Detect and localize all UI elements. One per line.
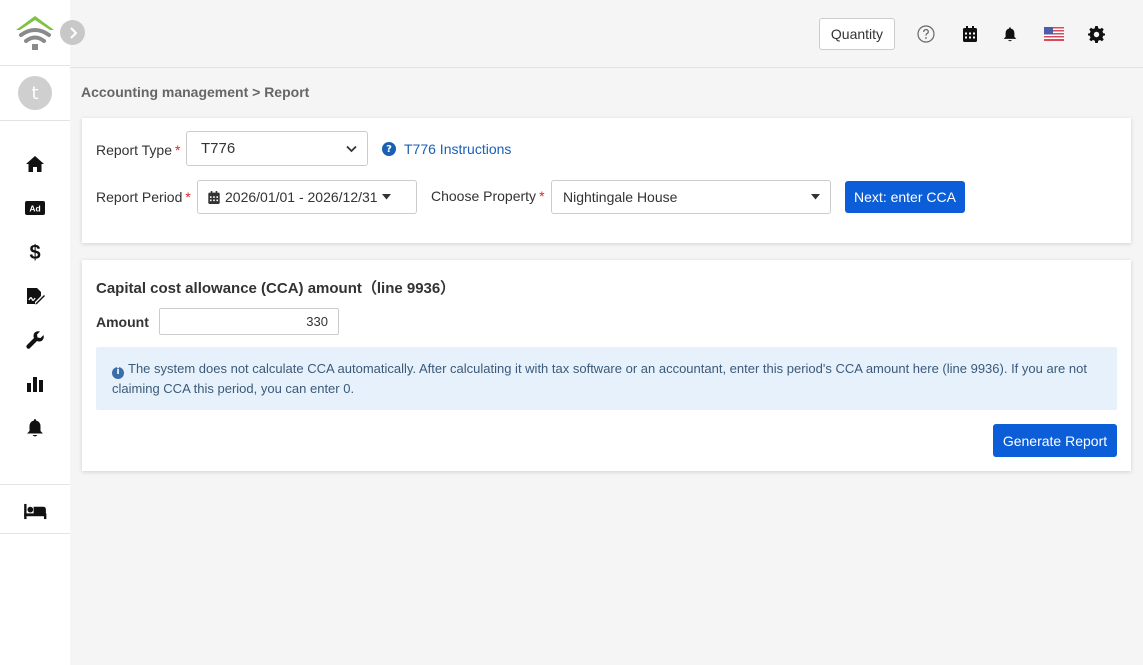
calendar-button[interactable] xyxy=(960,24,980,44)
cca-section-title: Capital cost allowance (CCA) amount（line… xyxy=(96,280,456,297)
instructions-link-text: T776 Instructions xyxy=(404,141,512,157)
bell-icon xyxy=(27,419,43,437)
help-button[interactable] xyxy=(916,24,936,44)
cca-card: Capital cost allowance (CCA) amount（line… xyxy=(82,260,1131,471)
logo-icon[interactable] xyxy=(14,13,56,53)
question-icon: ? xyxy=(382,142,396,156)
calendar-icon xyxy=(963,26,977,42)
caret-down-icon xyxy=(381,194,391,200)
sidebar-item-rooms[interactable] xyxy=(0,491,70,531)
report-type-label: Report Type * xyxy=(96,142,181,158)
signature-icon xyxy=(27,288,45,305)
avatar-area: t xyxy=(0,66,70,121)
sidebar: t Ad $ xyxy=(0,0,70,665)
report-period-picker[interactable]: 2026/01/01 - 2026/12/31 xyxy=(197,180,417,214)
next-enter-cca-button[interactable]: Next: enter CCA xyxy=(845,181,965,213)
info-icon: i xyxy=(112,366,124,379)
sidebar-item-contracts[interactable] xyxy=(0,274,70,318)
sidebar-item-finance[interactable]: $ xyxy=(0,230,70,274)
top-bar: Quantity xyxy=(70,0,1143,68)
us-flag-icon xyxy=(1044,27,1064,41)
language-button[interactable] xyxy=(1042,24,1066,44)
amount-input[interactable] xyxy=(159,308,339,335)
bar-chart-icon xyxy=(27,377,43,392)
property-select[interactable]: Nightingale House xyxy=(551,180,831,214)
caret-down-icon xyxy=(811,194,820,200)
sidebar-item-maintenance[interactable] xyxy=(0,318,70,362)
svg-text:Ad: Ad xyxy=(29,204,40,214)
sidebar-item-notifications[interactable] xyxy=(0,406,70,450)
sidebar-nav: Ad $ xyxy=(0,121,70,450)
notifications-button[interactable] xyxy=(1000,24,1020,44)
generate-report-button[interactable]: Generate Report xyxy=(993,424,1117,457)
home-icon xyxy=(26,156,44,172)
calendar-icon xyxy=(208,190,220,204)
cca-notice: i The system does not calculate CCA autom… xyxy=(96,347,1117,410)
svg-text:$: $ xyxy=(29,242,40,262)
sidebar-divider-bottom xyxy=(0,533,70,534)
sidebar-item-home[interactable] xyxy=(0,142,70,186)
settings-button[interactable] xyxy=(1086,24,1106,44)
avatar[interactable]: t xyxy=(18,76,52,110)
dollar-icon: $ xyxy=(29,242,40,262)
breadcrumb: Accounting management > Report xyxy=(81,84,310,100)
chevron-down-icon xyxy=(346,145,357,152)
sidebar-item-reports[interactable] xyxy=(0,362,70,406)
t776-instructions-link[interactable]: ? T776 Instructions xyxy=(382,141,511,157)
report-type-select[interactable]: T776 xyxy=(186,131,368,166)
sidebar-divider xyxy=(0,484,70,485)
ad-icon: Ad xyxy=(25,201,45,215)
quantity-button[interactable]: Quantity xyxy=(819,18,895,50)
bell-icon xyxy=(1003,26,1017,41)
wrench-icon xyxy=(26,331,44,349)
help-icon xyxy=(917,25,935,43)
sidebar-item-ads[interactable]: Ad xyxy=(0,186,70,230)
property-value: Nightingale House xyxy=(563,189,678,205)
report-filter-card: Report Type * T776 ? T776 Instructions Re… xyxy=(82,118,1131,243)
chevron-right-icon xyxy=(69,26,77,39)
amount-label: Amount xyxy=(96,314,149,330)
gear-icon xyxy=(1087,25,1105,43)
report-type-value: T776 xyxy=(201,140,236,157)
report-period-label: Report Period * xyxy=(96,189,191,205)
report-period-value: 2026/01/01 - 2026/12/31 xyxy=(225,189,378,205)
sidebar-toggle-button[interactable] xyxy=(60,20,85,45)
bed-icon xyxy=(23,503,46,519)
choose-property-label: Choose Property * xyxy=(431,188,545,204)
cca-notice-text: The system does not calculate CCA automa… xyxy=(112,361,1087,396)
